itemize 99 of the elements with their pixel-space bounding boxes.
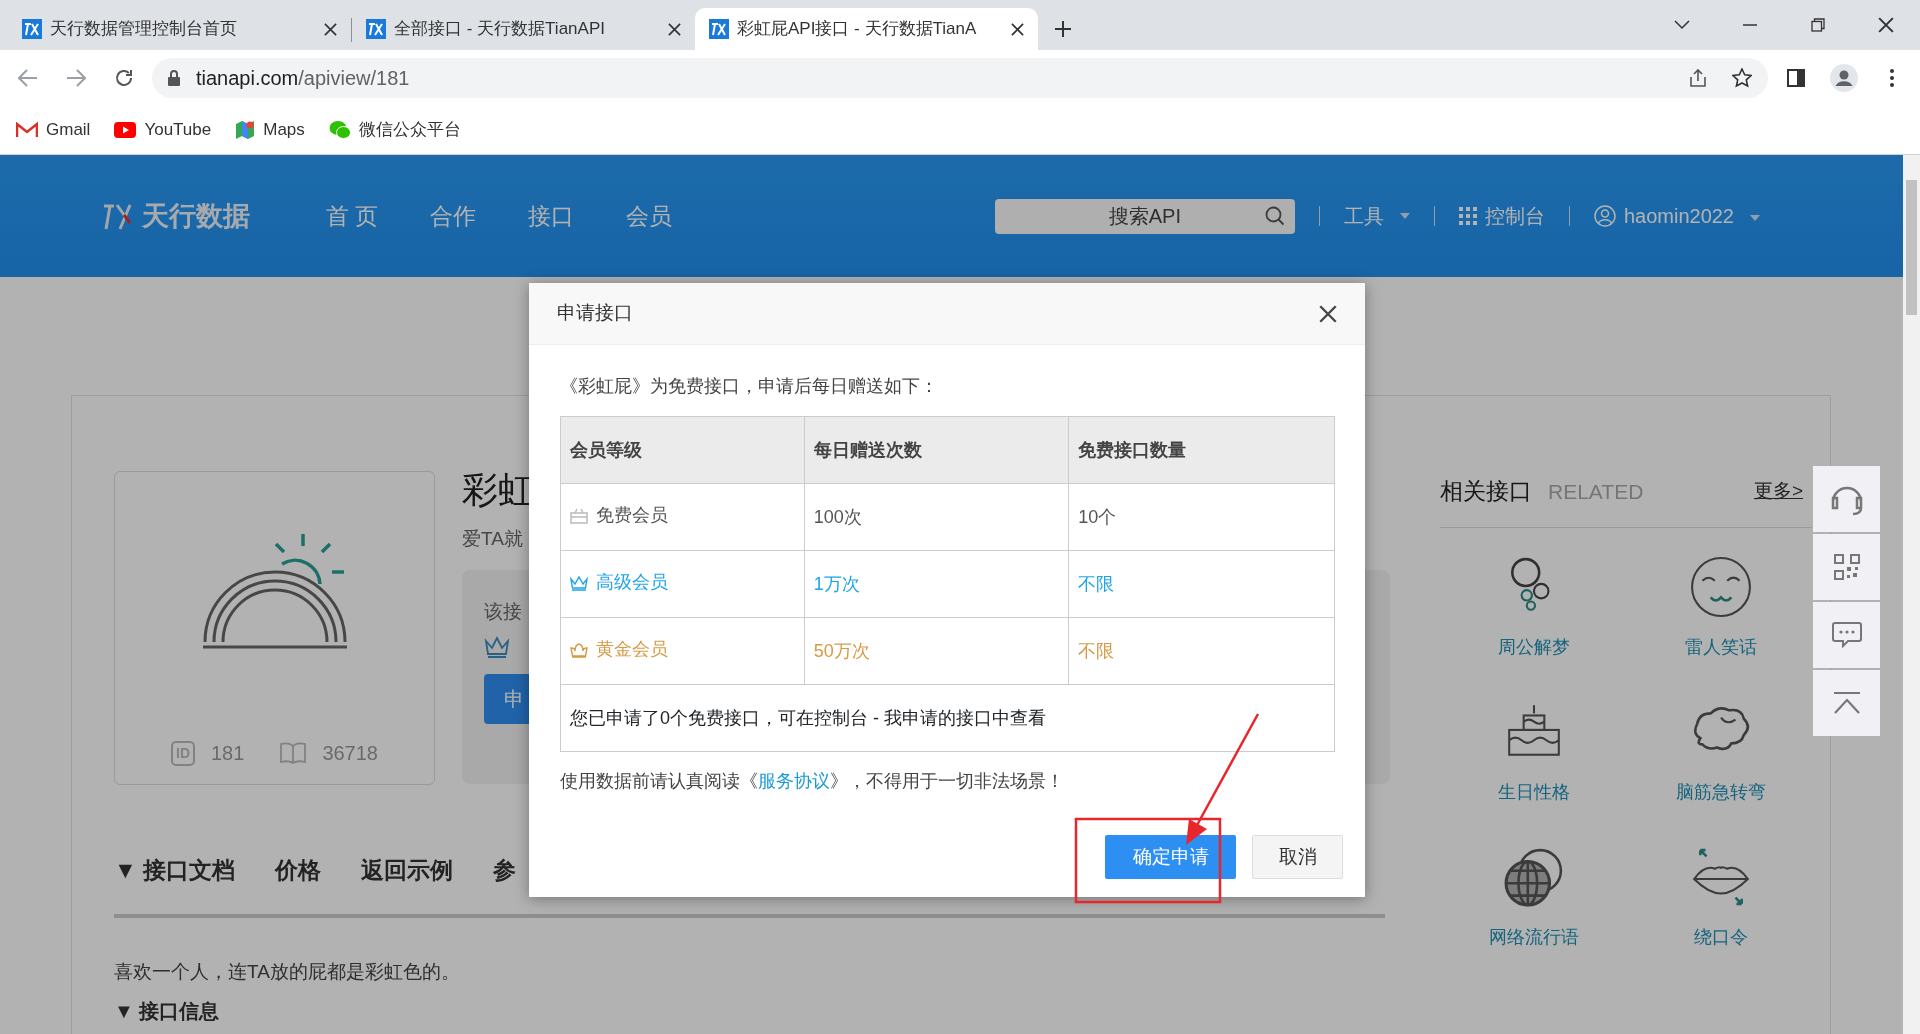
search-field[interactable]: 搜索API [994, 198, 1295, 234]
browser-tab[interactable]: 彩虹屁API接口 - 天行数据TianA [695, 8, 1038, 50]
column-header: 每日赠送次数 [813, 439, 922, 460]
user-icon [1593, 205, 1616, 227]
table-cell-text: 免费会员 [596, 504, 668, 528]
favicon-icon [709, 19, 729, 39]
terms-text: 使用数据前请认真阅读《服务协议》，不得用于一切非法场景！ [560, 770, 1065, 793]
crown-icon [484, 635, 510, 658]
notice-text: 该接 [484, 599, 523, 624]
close-icon[interactable] [1878, 17, 1894, 33]
table-cell: 1万次 [813, 573, 860, 594]
bookmark[interactable]: 微信公众平台 [328, 117, 461, 143]
play-icon [114, 122, 137, 138]
reload-icon[interactable] [114, 68, 134, 88]
menu-icon[interactable] [1890, 69, 1894, 87]
back-to-top-button[interactable] [1813, 670, 1880, 736]
bookmark[interactable]: Maps [235, 117, 305, 143]
related-api[interactable]: 脑筋急转弯 [1627, 700, 1814, 846]
table-cell: 10个 [1078, 506, 1117, 527]
chat-bubbles-icon [328, 120, 351, 140]
gift-icon [570, 507, 588, 524]
description-text: 喜欢一个人，连TA放的屁都是彩虹色的。 [113, 959, 461, 984]
search-icon [1264, 205, 1285, 226]
browser-tab[interactable]: 天行数据管理控制台首页 [8, 8, 351, 50]
table-cell-text: 黄金会员 [596, 638, 668, 662]
doc-tab[interactable]: ▼ 接口文档 [114, 853, 236, 888]
column-header: 免费接口数量 [1078, 439, 1187, 460]
restore-icon[interactable] [1811, 18, 1825, 32]
caret-icon [1399, 213, 1410, 219]
close-icon[interactable] [668, 22, 681, 36]
table-cell: 50万次 [813, 640, 870, 661]
nav-link[interactable]: 接口 [528, 198, 575, 234]
close-icon[interactable] [1319, 304, 1337, 323]
more-link[interactable]: 更多> [1753, 477, 1803, 506]
support-button[interactable] [1813, 466, 1880, 532]
share-icon[interactable] [1688, 68, 1708, 88]
related-api[interactable]: 生日性格 [1440, 700, 1627, 846]
mail-icon [16, 122, 38, 138]
column-header: 会员等级 [570, 439, 642, 460]
table-cell: 100次 [813, 506, 862, 527]
tools-menu[interactable]: 工具 [1343, 201, 1410, 231]
favicon-icon [366, 19, 386, 39]
grid-icon [1458, 207, 1477, 225]
smiley-face-icon [1689, 555, 1752, 618]
api-id: 181 [211, 741, 245, 766]
qr-code-icon [1833, 554, 1860, 580]
back-to-top-icon [1832, 692, 1861, 714]
chat-icon [1831, 621, 1862, 649]
api-subtitle: 爱TA就 [462, 527, 523, 551]
new-tab-icon[interactable] [1054, 19, 1072, 38]
related-api[interactable]: 雷人笑话 [1627, 555, 1814, 701]
map-icon [235, 120, 256, 140]
console-link[interactable]: 控制台 [1458, 201, 1545, 231]
related-api[interactable]: 网络流行语 [1440, 845, 1627, 991]
dialog-title: 申请接口 [557, 301, 633, 326]
doc-tab[interactable]: 返回示例 [361, 853, 454, 888]
close-icon[interactable] [1011, 22, 1024, 36]
table-cell: 不限 [1078, 640, 1115, 661]
bookmark[interactable]: YouTube [114, 117, 212, 143]
scrollbar[interactable] [1903, 155, 1920, 1034]
doc-tab[interactable]: 价格 [275, 853, 322, 888]
table-note: 您已申请了0个免费接口，可在控制台 - 我申请的接口中查看 [570, 707, 1046, 728]
table-cell: 不限 [1078, 573, 1115, 594]
forward-icon[interactable] [66, 69, 86, 87]
table-cell-text: 高级会员 [596, 571, 668, 595]
section-heading[interactable]: ▼ 接口信息 [72, 986, 1431, 1026]
nav-link[interactable]: 会员 [626, 198, 673, 234]
crown-icon [570, 574, 588, 591]
intro-text: 《彩虹屁》为免费接口，申请后每日赠送如下： [560, 375, 939, 398]
side-panel-icon[interactable] [1787, 69, 1805, 87]
back-icon[interactable] [18, 69, 38, 87]
close-icon[interactable] [324, 22, 337, 36]
bookmark[interactable]: Gmail [16, 117, 91, 143]
favicon-icon [22, 19, 42, 39]
crown-icon [570, 641, 588, 658]
terms-link[interactable]: 服务协议 [758, 771, 830, 791]
browser-tab[interactable]: 全部接口 - 天行数据TianAPI [352, 8, 695, 50]
nav-link[interactable]: 合作 [430, 198, 477, 234]
related-subtitle: RELATED [1548, 478, 1644, 505]
book-icon [280, 742, 307, 764]
qr-code-button[interactable] [1813, 534, 1880, 600]
user-menu[interactable]: haomin2022 [1593, 201, 1760, 231]
related-title: 相关接口 [1440, 477, 1532, 506]
doc-tab[interactable]: 参 [493, 853, 517, 888]
api-title: 彩虹 [462, 468, 534, 512]
cancel-button[interactable]: 取消 [1252, 835, 1343, 879]
message-button[interactable] [1813, 602, 1880, 668]
address-bar[interactable]: tianapi.com/apiview/181 [152, 58, 1768, 98]
view-count: 36718 [322, 741, 378, 766]
related-api[interactable]: 周公解梦 [1440, 555, 1627, 701]
site-logo[interactable]: 天行数据 [102, 195, 250, 237]
chevron-down-icon[interactable] [1674, 20, 1690, 30]
nav-link[interactable]: 首 页 [326, 198, 379, 234]
lock-icon [168, 70, 180, 86]
caret-icon [1750, 214, 1760, 221]
confirm-button[interactable]: 确定申请 [1105, 835, 1236, 879]
star-icon[interactable] [1732, 68, 1752, 88]
profile-icon[interactable] [1830, 64, 1858, 92]
related-api[interactable]: 绕口令 [1627, 845, 1814, 991]
